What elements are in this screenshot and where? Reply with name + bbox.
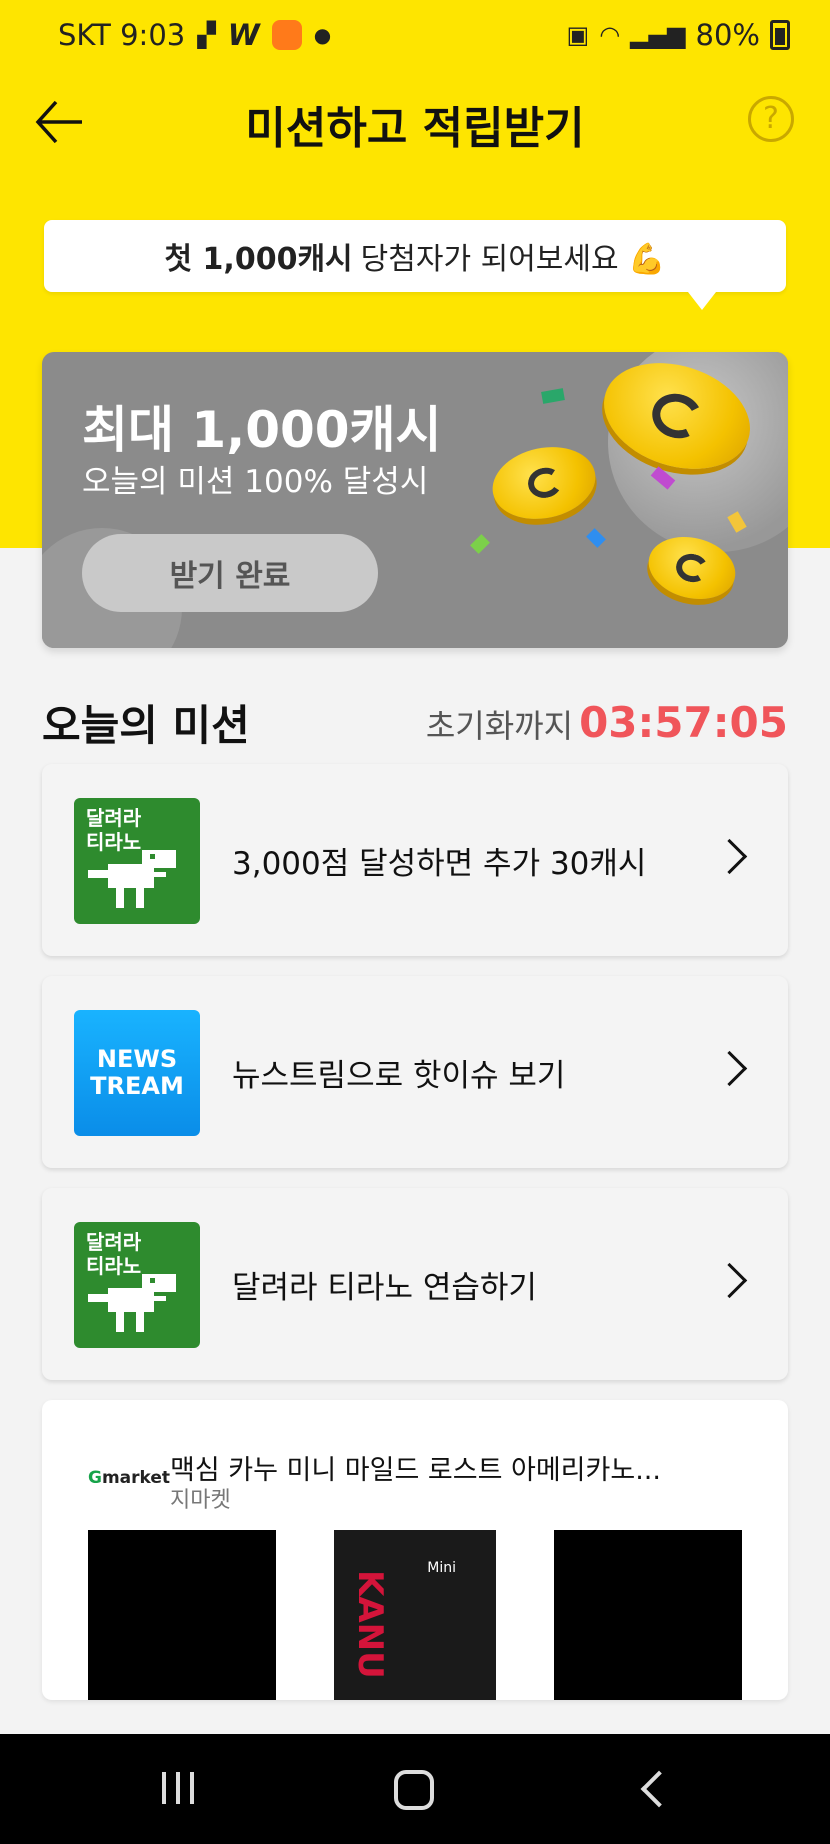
recent-apps-icon[interactable]	[150, 1766, 210, 1812]
tooltip-arrow	[688, 292, 716, 310]
ad-title: 맥심 카누 미니 마일드 로스트 아메리카노...	[170, 1455, 661, 1486]
claim-complete-button[interactable]: 받기 완료	[82, 534, 378, 612]
promo-title: 최대 1,000캐시	[82, 401, 442, 459]
status-right: ▣ ◠ ▂▄▆ 80%	[567, 18, 790, 52]
confetti-icon	[586, 528, 606, 548]
app-header: 미션하고 적립받기 ?	[0, 84, 830, 164]
section-title: 오늘의 미션	[42, 701, 250, 750]
gmarket-logo: Gmarket	[88, 1468, 170, 1488]
w-badge: W	[227, 18, 260, 52]
battery-percent: 80%	[695, 18, 760, 52]
nav-back-icon[interactable]	[628, 1766, 688, 1812]
dinosaur-icon	[88, 1274, 176, 1332]
promo-tooltip: 첫 1,000캐시 당첨자가 되어보세요 💪	[44, 220, 786, 310]
reset-timer: 초기화까지 03:57:05	[426, 698, 788, 747]
product-mini-label: Mini	[427, 1560, 456, 1576]
chevron-right-icon	[711, 1050, 748, 1087]
mission-label: 3,000점 달성하면 추가 30캐시	[232, 845, 647, 882]
notification-dot-icon: ●	[313, 23, 332, 47]
status-left: SKT 9:03 ▞ W ●	[58, 18, 331, 52]
logo-g: G	[88, 1468, 102, 1488]
battery-icon	[770, 20, 790, 50]
tirano-game-icon: 달려라 티라노	[74, 798, 200, 924]
thumb-text: 달려라	[86, 1230, 142, 1254]
mission-card[interactable]: 달려라 티라노 달려라 티라노 연습하기	[42, 1188, 788, 1380]
ad-image-right	[554, 1530, 742, 1700]
status-bar: SKT 9:03 ▞ W ● ▣ ◠ ▂▄▆ 80%	[0, 0, 830, 70]
tooltip-bold: 첫 1,000캐시	[164, 242, 353, 277]
wifi-icon: ◠	[599, 21, 621, 49]
dinosaur-icon	[88, 850, 176, 908]
newstream-icon: NEWS TREAM	[74, 1010, 200, 1136]
stocks-icon: ▞	[197, 21, 216, 49]
timer-label: 초기화까지	[425, 707, 574, 745]
ad-card[interactable]: Gmarket 맥심 카누 미니 마일드 로스트 아메리카노... 지마켓 Mi…	[42, 1400, 788, 1700]
logo-rest: market	[101, 1468, 171, 1488]
thumb-text: 달려라	[86, 806, 142, 830]
home-icon[interactable]	[388, 1766, 448, 1812]
promo-subtitle: 오늘의 미션 100% 달성시	[82, 464, 429, 500]
confetti-icon	[470, 534, 490, 554]
chevron-right-icon	[711, 1262, 748, 1299]
carrier-time: SKT 9:03	[58, 18, 186, 52]
product-brand: KANU	[350, 1570, 390, 1679]
tooltip-text: 당첨자가 되어보세요 💪	[360, 242, 666, 277]
battery-saver-icon: ▣	[566, 21, 590, 49]
help-icon[interactable]: ?	[748, 96, 794, 142]
mission-label: 뉴스트림으로 핫이슈 보기	[232, 1057, 566, 1094]
thumb-text: NEWS	[96, 1045, 178, 1073]
ad-source: 지마켓	[170, 1488, 231, 1513]
signal-icon: ▂▄▆	[630, 21, 686, 49]
coin-icon	[485, 437, 603, 529]
app-notification-icon	[271, 20, 302, 50]
ad-image-left	[88, 1530, 276, 1700]
system-nav-bar	[0, 1734, 830, 1844]
chevron-right-icon	[711, 838, 748, 875]
page-title: 미션하고 적립받기	[245, 103, 585, 154]
timer-value: 03:57:05	[579, 698, 788, 747]
mission-card[interactable]: NEWS TREAM 뉴스트림으로 핫이슈 보기	[42, 976, 788, 1168]
tirano-game-icon: 달려라 티라노	[74, 1222, 200, 1348]
ad-product-image: Mini KANU	[334, 1530, 496, 1700]
promo-card: 최대 1,000캐시 오늘의 미션 100% 달성시 받기 완료	[42, 352, 788, 648]
mission-card[interactable]: 달려라 티라노 3,000점 달성하면 추가 30캐시	[42, 764, 788, 956]
confetti-icon	[541, 388, 565, 404]
thumb-text: TREAM	[90, 1072, 184, 1100]
mission-label: 달려라 티라노 연습하기	[232, 1269, 537, 1306]
